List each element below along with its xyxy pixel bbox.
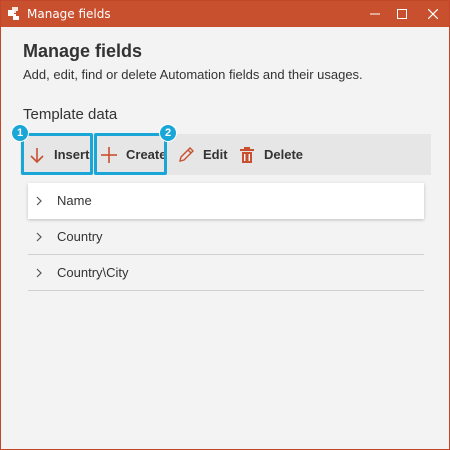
tree-item-country-city[interactable]: Country\City [28,255,424,291]
minimize-button[interactable] [360,1,390,27]
pencil-icon [177,146,195,164]
title-bar[interactable]: Manage fields [1,1,449,27]
tree-item-label: Country [57,229,103,244]
page-subtitle: Add, edit, find or delete Automation fie… [23,67,363,82]
create-highlight [94,133,167,175]
edit-button[interactable]: Edit [177,134,228,175]
manage-fields-window: Manage fields Manage fields Add, edit, f… [0,0,450,450]
tree-item-label: Country\City [57,265,129,280]
window-title: Manage fields [27,7,111,21]
chevron-right-icon[interactable] [35,232,43,242]
close-button[interactable] [418,1,448,27]
trash-icon [238,146,256,164]
tree-item-country[interactable]: Country [28,219,424,255]
step-badge-2: 2 [159,124,177,142]
close-icon [428,9,438,19]
chevron-right-icon[interactable] [35,196,43,206]
minimize-icon [370,9,380,19]
maximize-icon [397,9,407,19]
maximize-button[interactable] [387,1,417,27]
step-badge-1: 1 [11,124,29,142]
insert-highlight [21,133,93,175]
tree-item-name[interactable]: Name [28,183,424,219]
section-title-template-data: Template data [23,106,118,123]
app-logo-icon [7,6,23,22]
page-title: Manage fields [23,41,143,61]
chevron-right-icon[interactable] [35,268,43,278]
tree-item-label: Name [57,193,92,208]
delete-button[interactable]: Delete [238,134,303,175]
delete-label: Delete [264,147,304,162]
fields-tree: Name Country Country\City [28,183,424,291]
edit-label: Edit [203,147,228,162]
